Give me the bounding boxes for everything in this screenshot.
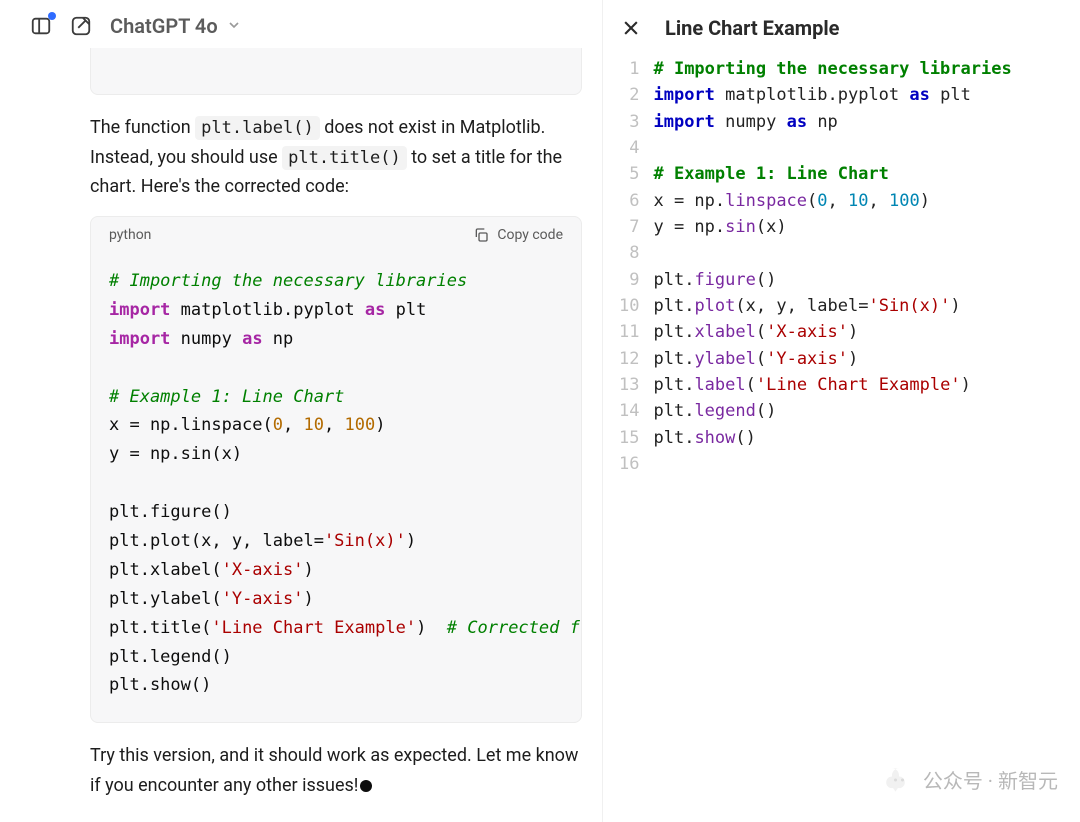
sidebar-toggle-icon[interactable] <box>30 15 52 37</box>
new-chat-icon[interactable] <box>70 15 92 37</box>
inline-code: plt.title() <box>282 146 407 170</box>
close-panel-button[interactable] <box>621 18 641 38</box>
code-block: python Copy code # Importing the necessa… <box>90 216 582 723</box>
model-picker[interactable]: ChatGPT 4o <box>110 14 242 38</box>
code-editor[interactable]: 12345678910111213141516 # Importing the … <box>603 50 1080 822</box>
streaming-cursor-icon <box>360 780 372 792</box>
code-content[interactable]: # Importing the necessary libraries impo… <box>91 253 581 722</box>
code-lang-label: python <box>109 227 151 243</box>
inline-code: plt.label() <box>195 116 320 140</box>
assistant-message-text: The function plt.label() does not exist … <box>90 113 582 202</box>
copy-code-button[interactable]: Copy code <box>473 227 563 243</box>
copy-code-label: Copy code <box>497 227 563 243</box>
code-content[interactable] <box>91 48 581 94</box>
model-name: ChatGPT 4o <box>110 14 218 38</box>
assistant-message-text: Try this version, and it should work as … <box>90 741 582 800</box>
editor-code-content[interactable]: # Importing the necessary librariesimpor… <box>653 56 1011 822</box>
line-number-gutter: 12345678910111213141516 <box>619 56 653 822</box>
chevron-down-icon <box>226 14 242 38</box>
code-block-partial: Copy code <box>90 48 582 95</box>
panel-title: Line Chart Example <box>665 16 839 40</box>
